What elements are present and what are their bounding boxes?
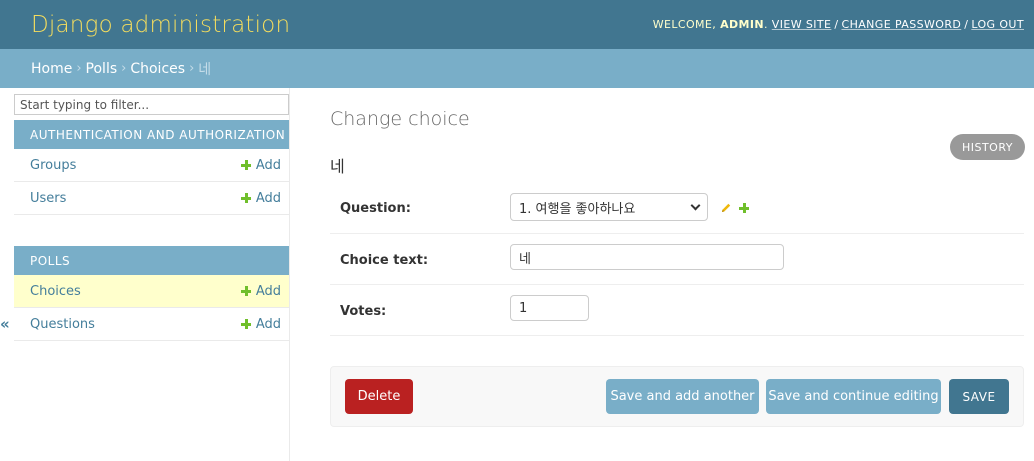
form-row-question: Question: 1. 여행을 좋아하나요 [330, 182, 1024, 234]
sidebar-item-label[interactable]: Choices [30, 284, 81, 299]
save-button[interactable]: SAVE [949, 379, 1009, 414]
username: ADMIN [720, 18, 764, 31]
sidebar-item-label[interactable]: Questions [30, 317, 95, 332]
user-tools: WELCOME, ADMIN. VIEW SITE / CHANGE PASSWOR… [652, 18, 1024, 31]
sidebar-item-questions[interactable]: Questions Add [14, 308, 289, 341]
log-out-link[interactable]: LOG OUT [971, 18, 1024, 31]
sidebar-item-label[interactable]: Users [30, 191, 66, 206]
add-choices-link[interactable]: Add [240, 283, 281, 299]
chevron-down-icon [690, 200, 701, 210]
plus-icon [240, 286, 251, 296]
submit-row: Delete Save and add another Save and con… [330, 366, 1024, 427]
plus-icon [240, 193, 251, 203]
sidebar-item-choices[interactable]: Choices Add [14, 275, 289, 308]
sidebar-item-groups[interactable]: Groups Add [14, 149, 289, 182]
welcome-text: WELCOME, [652, 18, 717, 31]
delete-button[interactable]: Delete [345, 379, 413, 414]
question-select-value: 1. 여행을 좋아하나요 [519, 201, 636, 217]
history-button[interactable]: HISTORY [950, 134, 1025, 160]
sidebar-item-users[interactable]: Users Add [14, 182, 289, 215]
breadcrumb-polls[interactable]: Polls [86, 61, 118, 77]
save-and-add-another-button[interactable]: Save and add another [606, 379, 759, 414]
add-groups-link[interactable]: Add [240, 157, 281, 173]
form-row-votes: Votes: 1 [330, 285, 1024, 336]
page-title: Change choice [330, 108, 470, 130]
add-label: Add [255, 190, 281, 206]
change-password-link[interactable]: CHANGE PASSWORD [841, 18, 961, 31]
add-label: Add [255, 283, 281, 299]
form-row-choice-text: Choice text: 네 [330, 234, 1024, 285]
breadcrumb-separator: › [121, 61, 127, 76]
save-and-continue-button[interactable]: Save and continue editing [766, 379, 941, 414]
breadcrumb-home[interactable]: Home [31, 61, 72, 77]
separator: / [964, 18, 969, 31]
votes-label: Votes: [340, 304, 387, 319]
add-label: Add [255, 316, 281, 332]
question-label: Question: [340, 201, 411, 216]
breadcrumb-choices[interactable]: Choices [130, 61, 185, 77]
separator: / [834, 18, 839, 31]
choice-text-input[interactable]: 네 [510, 244, 784, 270]
nav-filter-input[interactable]: Start typing to filter... [14, 94, 289, 115]
header: Django administration WELCOME, ADMIN. VI… [0, 0, 1034, 49]
choice-text-label: Choice text: [340, 253, 429, 268]
plus-icon [240, 319, 251, 329]
pencil-icon[interactable] [720, 202, 732, 214]
nav-sidebar: Start typing to filter... AUTHENTICATION… [14, 88, 290, 461]
breadcrumb: Home › Polls › Choices › 네 [0, 49, 1034, 88]
object-title: 네 [330, 157, 345, 176]
sidebar-collapse-toggle[interactable]: « [0, 315, 10, 333]
breadcrumb-separator: › [76, 61, 82, 76]
site-branding[interactable]: Django administration [31, 12, 290, 38]
question-select[interactable]: 1. 여행을 좋아하나요 [510, 193, 708, 221]
add-questions-link[interactable]: Add [240, 316, 281, 332]
add-related-question-icon[interactable] [739, 203, 749, 213]
votes-input[interactable]: 1 [510, 295, 589, 321]
sidebar-item-label[interactable]: Groups [30, 158, 76, 173]
module-caption-auth[interactable]: AUTHENTICATION AND AUTHORIZATION [14, 120, 289, 149]
breadcrumb-current: 네 [198, 61, 212, 78]
add-label: Add [255, 157, 281, 173]
add-users-link[interactable]: Add [240, 190, 281, 206]
module-caption-polls[interactable]: POLLS [14, 246, 289, 275]
plus-icon [240, 160, 251, 170]
breadcrumb-separator: › [189, 61, 195, 76]
view-site-link[interactable]: VIEW SITE [772, 18, 832, 31]
